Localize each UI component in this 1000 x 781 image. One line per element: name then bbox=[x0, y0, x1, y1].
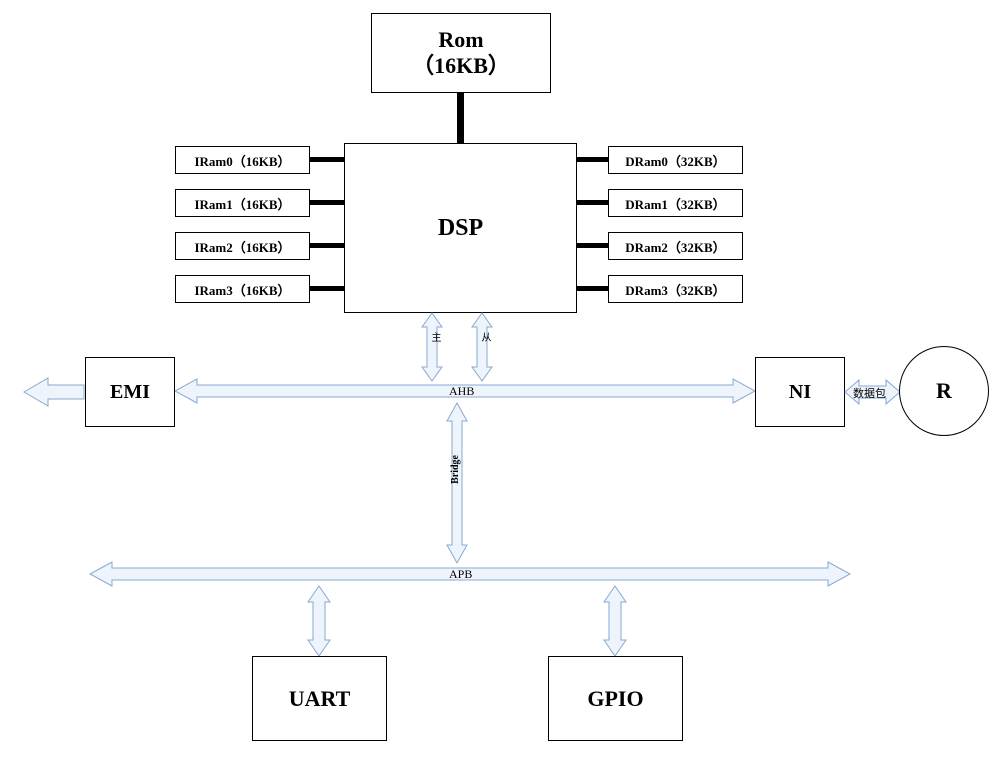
emi-out-arrow bbox=[24, 378, 84, 406]
iram2-label: IRam2（16KB） bbox=[194, 237, 290, 256]
bridge-label: Bridge bbox=[450, 455, 461, 484]
r-node: R bbox=[899, 346, 989, 436]
dram0-block: DRam0（32KB） bbox=[608, 146, 743, 174]
iram-tick bbox=[310, 157, 344, 162]
dram1-block: DRam1（32KB） bbox=[608, 189, 743, 217]
apb-gpio-arrow bbox=[602, 586, 628, 656]
ni-label: NI bbox=[789, 381, 811, 404]
slave-label: 从 bbox=[477, 332, 492, 342]
iram3-label: IRam3（16KB） bbox=[194, 280, 290, 299]
dram1-label: DRam1（32KB） bbox=[625, 194, 725, 213]
rom-block: Rom （16KB） bbox=[371, 13, 551, 93]
rom-dsp-connector bbox=[457, 93, 464, 143]
emi-label: EMI bbox=[110, 381, 150, 404]
gpio-label: GPIO bbox=[587, 686, 643, 712]
iram-tick bbox=[310, 200, 344, 205]
emi-block: EMI bbox=[85, 357, 175, 427]
iram0-block: IRam0（16KB） bbox=[175, 146, 310, 174]
dsp-block: DSP bbox=[344, 143, 577, 313]
dram2-block: DRam2（32KB） bbox=[608, 232, 743, 260]
dram-tick bbox=[577, 243, 608, 248]
master-label: 主 bbox=[427, 332, 442, 342]
dram0-label: DRam0（32KB） bbox=[625, 151, 725, 170]
uart-block: UART bbox=[252, 656, 387, 741]
apb-uart-arrow bbox=[306, 586, 332, 656]
iram-tick bbox=[310, 243, 344, 248]
dram2-label: DRam2（32KB） bbox=[625, 237, 725, 256]
uart-label: UART bbox=[289, 686, 351, 712]
dram-tick bbox=[577, 286, 608, 291]
iram1-label: IRam1（16KB） bbox=[194, 194, 290, 213]
iram0-label: IRam0（16KB） bbox=[194, 151, 290, 170]
dsp-ahb-slave-arrow bbox=[470, 313, 494, 381]
r-label: R bbox=[936, 378, 952, 404]
iram2-block: IRam2（16KB） bbox=[175, 232, 310, 260]
dsp-label: DSP bbox=[438, 215, 483, 242]
dram3-block: DRam3（32KB） bbox=[608, 275, 743, 303]
apb-label: APB bbox=[449, 567, 472, 582]
diagram-canvas: Rom （16KB） DSP IRam0（16KB） IRam1（16KB） I… bbox=[0, 0, 1000, 781]
dsp-ahb-master-arrow bbox=[420, 313, 444, 381]
iram3-block: IRam3（16KB） bbox=[175, 275, 310, 303]
ahb-label: AHB bbox=[449, 384, 474, 399]
ni-block: NI bbox=[755, 357, 845, 427]
iram-tick bbox=[310, 286, 344, 291]
rom-label-2: （16KB） bbox=[412, 53, 510, 78]
dram3-label: DRam3（32KB） bbox=[625, 280, 725, 299]
dram-tick bbox=[577, 157, 608, 162]
gpio-block: GPIO bbox=[548, 656, 683, 741]
packet-label: 数据包 bbox=[853, 385, 886, 401]
rom-label-1: Rom bbox=[438, 27, 483, 52]
iram1-block: IRam1（16KB） bbox=[175, 189, 310, 217]
dram-tick bbox=[577, 200, 608, 205]
